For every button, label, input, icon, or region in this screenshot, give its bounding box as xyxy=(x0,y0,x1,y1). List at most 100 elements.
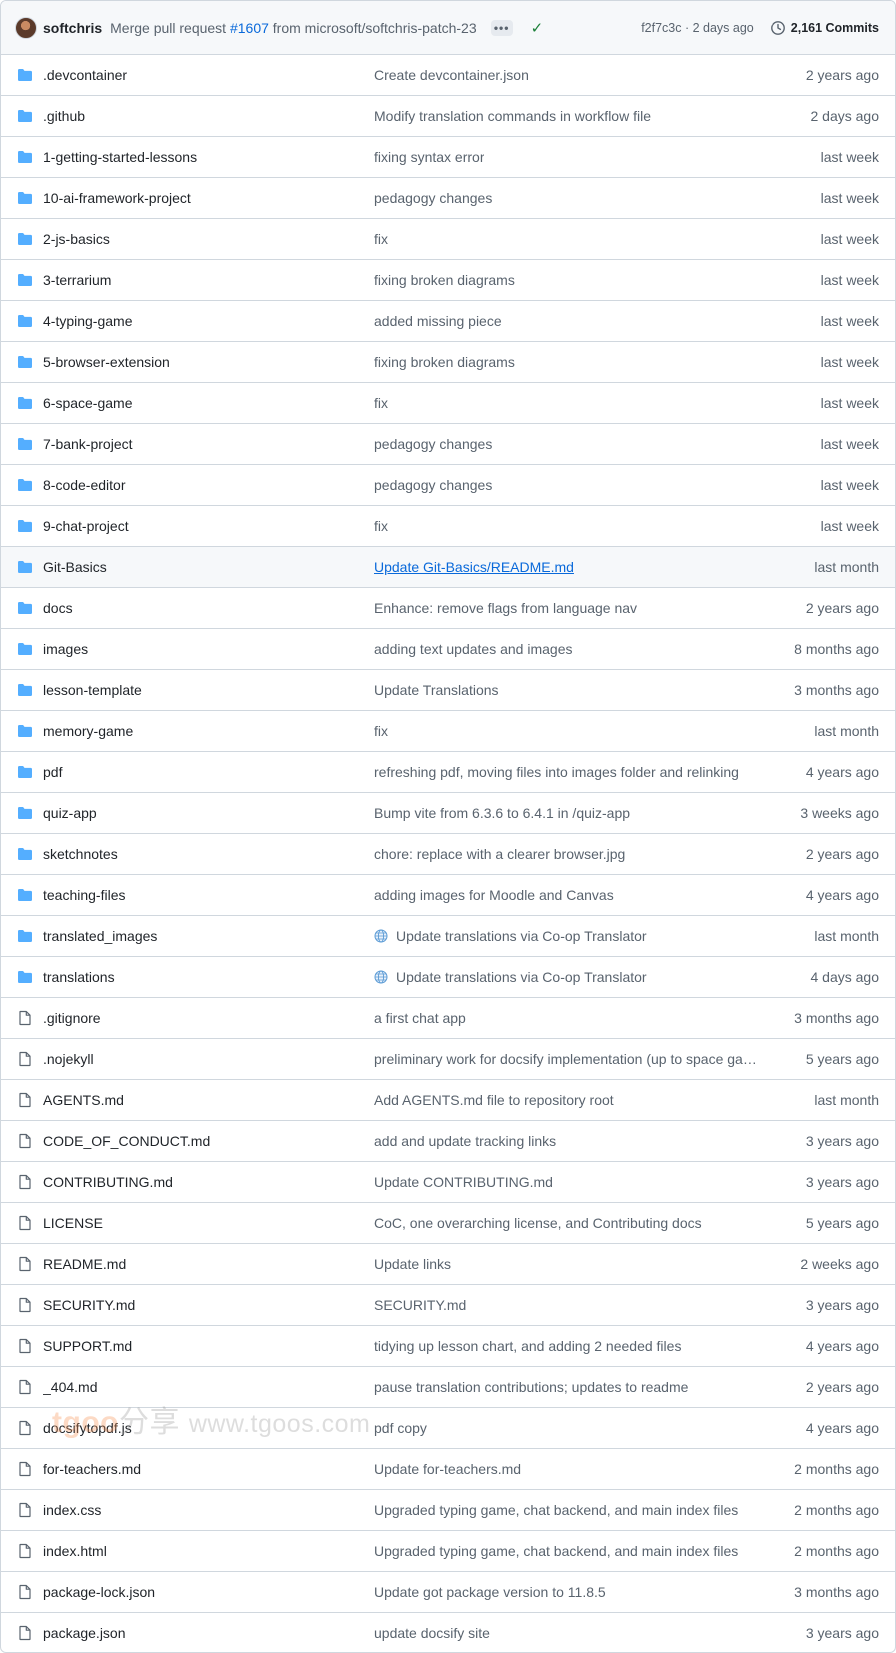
commit-message-link[interactable]: Update translations via Co-op Translator xyxy=(374,969,759,985)
commit-message-link[interactable]: Upgraded typing game, chat backend, and … xyxy=(374,1543,759,1559)
commit-message-link[interactable]: pedagogy changes xyxy=(374,477,759,493)
file-name-link[interactable]: index.css xyxy=(43,1502,374,1518)
commit-message-link[interactable]: Update for-teachers.md xyxy=(374,1461,759,1477)
file-name-link[interactable]: 4-typing-game xyxy=(43,313,374,329)
file-row[interactable]: CODE_OF_CONDUCT.md add and update trackin… xyxy=(1,1121,895,1162)
file-name-link[interactable]: CODE_OF_CONDUCT.md xyxy=(43,1133,374,1149)
commit-message-link[interactable]: added missing piece xyxy=(374,313,759,329)
commit-message-link[interactable]: CoC, one overarching license, and Contri… xyxy=(374,1215,759,1231)
commit-message-link[interactable]: pause translation contributions; updates… xyxy=(374,1379,759,1395)
commit-message-link[interactable]: fix xyxy=(374,231,759,247)
file-row[interactable]: SECURITY.md SECURITY.md 3 years ago xyxy=(1,1285,895,1326)
file-name-link[interactable]: .nojekyll xyxy=(43,1051,374,1067)
file-row[interactable]: package.json update docsify site 3 years a… xyxy=(1,1613,895,1652)
file-name-link[interactable]: package-lock.json xyxy=(43,1584,374,1600)
file-name-link[interactable]: 7-bank-project xyxy=(43,436,374,452)
commit-message-link[interactable]: adding text updates and images xyxy=(374,641,759,657)
file-name-link[interactable]: Git-Basics xyxy=(43,559,374,575)
file-row[interactable]: lesson-template Update Translations 3 mont… xyxy=(1,670,895,711)
commit-message-link[interactable]: refreshing pdf, moving files into images… xyxy=(374,764,759,780)
commit-message-link[interactable]: fix xyxy=(374,518,759,534)
commit-message-link[interactable]: fixing broken diagrams xyxy=(374,272,759,288)
file-row[interactable]: 6-space-game fix last week xyxy=(1,383,895,424)
file-row[interactable]: CONTRIBUTING.md Update CONTRIBUTING.md 3 y… xyxy=(1,1162,895,1203)
file-name-link[interactable]: sketchnotes xyxy=(43,846,374,862)
file-name-link[interactable]: 9-chat-project xyxy=(43,518,374,534)
file-row[interactable]: LICENSE CoC, one overarching license, and… xyxy=(1,1203,895,1244)
commit-message-link[interactable]: Upgraded typing game, chat backend, and … xyxy=(374,1502,759,1518)
commit-message-link[interactable]: fix xyxy=(374,395,759,411)
file-row[interactable]: 10-ai-framework-project pedagogy changes l… xyxy=(1,178,895,219)
commit-message-link[interactable]: a first chat app xyxy=(374,1010,759,1026)
file-name-link[interactable]: 10-ai-framework-project xyxy=(43,190,374,206)
file-row[interactable]: 4-typing-game added missing piece last wee… xyxy=(1,301,895,342)
file-row[interactable]: index.html Upgraded typing game, chat bac… xyxy=(1,1531,895,1572)
file-row[interactable]: 8-code-editor pedagogy changes last week xyxy=(1,465,895,506)
commit-message-link[interactable]: Update translations via Co-op Translator xyxy=(374,928,759,944)
file-name-link[interactable]: LICENSE xyxy=(43,1215,374,1231)
file-row[interactable]: index.css Upgraded typing game, chat back… xyxy=(1,1490,895,1531)
file-name-link[interactable]: memory-game xyxy=(43,723,374,739)
file-row[interactable]: sketchnotes chore: replace with a clearer… xyxy=(1,834,895,875)
file-name-link[interactable]: AGENTS.md xyxy=(43,1092,374,1108)
pr-link[interactable]: #1607 xyxy=(230,20,269,36)
file-row[interactable]: 9-chat-project fix last week xyxy=(1,506,895,547)
commit-message-prefix[interactable]: Merge pull request xyxy=(110,20,226,36)
commit-message-link[interactable]: Modify translation commands in workflow … xyxy=(374,108,759,124)
file-name-link[interactable]: 8-code-editor xyxy=(43,477,374,493)
file-row[interactable]: docs Enhance: remove flags from language … xyxy=(1,588,895,629)
commit-message-link[interactable]: fix xyxy=(374,723,759,739)
file-row[interactable]: docsifytopdf.js pdf copy 4 years ago xyxy=(1,1408,895,1449)
file-row[interactable]: SUPPORT.md tidying up lesson chart, and a… xyxy=(1,1326,895,1367)
file-name-link[interactable]: quiz-app xyxy=(43,805,374,821)
file-row[interactable]: 1-getting-started-lessons fixing syntax e… xyxy=(1,137,895,178)
check-icon[interactable]: ✓ xyxy=(531,19,544,37)
commit-message-link[interactable]: Bump vite from 6.3.6 to 6.4.1 in /quiz-a… xyxy=(374,805,759,821)
file-name-link[interactable]: for-teachers.md xyxy=(43,1461,374,1477)
file-name-link[interactable]: SUPPORT.md xyxy=(43,1338,374,1354)
file-row[interactable]: memory-game fix last month xyxy=(1,711,895,752)
file-name-link[interactable]: teaching-files xyxy=(43,887,374,903)
file-name-link[interactable]: index.html xyxy=(43,1543,374,1559)
file-row[interactable]: translations Update translations via Co-o… xyxy=(1,957,895,998)
file-name-link[interactable]: 5-browser-extension xyxy=(43,354,374,370)
file-row[interactable]: 2-js-basics fix last week xyxy=(1,219,895,260)
commit-message-link[interactable]: pedagogy changes xyxy=(374,436,759,452)
commit-message-link[interactable]: Create devcontainer.json xyxy=(374,67,759,83)
file-name-link[interactable]: README.md xyxy=(43,1256,374,1272)
file-name-link[interactable]: .gitignore xyxy=(43,1010,374,1026)
file-name-link[interactable]: docsifytopdf.js xyxy=(43,1420,374,1436)
file-name-link[interactable]: lesson-template xyxy=(43,682,374,698)
file-row[interactable]: .devcontainer Create devcontainer.json 2 y… xyxy=(1,55,895,96)
commit-message-link[interactable]: Update got package version to 11.8.5 xyxy=(374,1584,759,1600)
commit-message-link[interactable]: Update Git-Basics/README.md xyxy=(374,559,759,575)
commit-message-link[interactable]: Update links xyxy=(374,1256,759,1272)
expand-message-button[interactable]: ••• xyxy=(490,19,513,36)
commit-message-link[interactable]: adding images for Moodle and Canvas xyxy=(374,887,759,903)
file-row[interactable]: Git-Basics Update Git-Basics/README.md las… xyxy=(1,547,895,588)
file-name-link[interactable]: SECURITY.md xyxy=(43,1297,374,1313)
file-name-link[interactable]: pdf xyxy=(43,764,374,780)
file-row[interactable]: .gitignore a first chat app 3 months ago xyxy=(1,998,895,1039)
file-row[interactable]: teaching-files adding images for Moodle a… xyxy=(1,875,895,916)
commits-link[interactable]: 2,161 Commits xyxy=(769,20,879,36)
file-row[interactable]: README.md Update links 2 weeks ago xyxy=(1,1244,895,1285)
avatar[interactable] xyxy=(15,16,37,39)
commit-message-link[interactable]: fixing syntax error xyxy=(374,149,759,165)
commit-message-link[interactable]: Update CONTRIBUTING.md xyxy=(374,1174,759,1190)
commit-message-link[interactable]: add and update tracking links xyxy=(374,1133,759,1149)
file-row[interactable]: 7-bank-project pedagogy changes last week xyxy=(1,424,895,465)
commit-message-link[interactable]: Update Translations xyxy=(374,682,759,698)
file-name-link[interactable]: 1-getting-started-lessons xyxy=(43,149,374,165)
commit-message-link[interactable]: pedagogy changes xyxy=(374,190,759,206)
file-name-link[interactable]: 3-terrarium xyxy=(43,272,374,288)
file-row[interactable]: translated_images Update translations via… xyxy=(1,916,895,957)
file-name-link[interactable]: .github xyxy=(43,108,374,124)
file-name-link[interactable]: translations xyxy=(43,969,374,985)
file-row[interactable]: .nojekyll preliminary work for docsify im… xyxy=(1,1039,895,1080)
file-row[interactable]: .github Modify translation commands in wo… xyxy=(1,96,895,137)
commit-message-link[interactable]: Add AGENTS.md file to repository root xyxy=(374,1092,759,1108)
file-row[interactable]: quiz-app Bump vite from 6.3.6 to 6.4.1 in… xyxy=(1,793,895,834)
file-row[interactable]: images adding text updates and images 8 mo… xyxy=(1,629,895,670)
file-row[interactable]: 5-browser-extension fixing broken diagram… xyxy=(1,342,895,383)
